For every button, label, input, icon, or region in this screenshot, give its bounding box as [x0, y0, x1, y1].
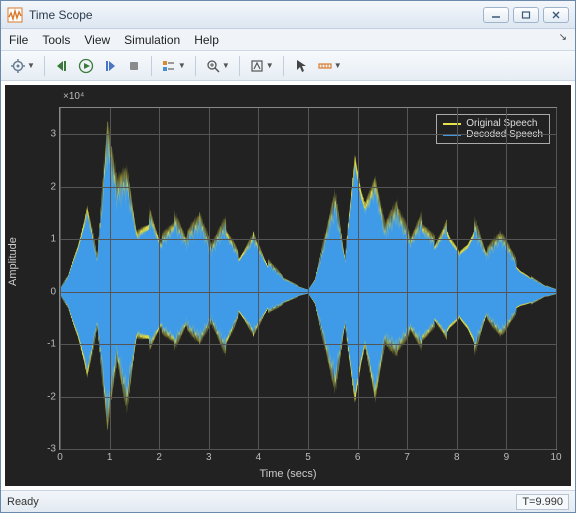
step-back-button[interactable]: [51, 55, 73, 77]
menu-file[interactable]: File: [9, 33, 28, 47]
cursor-button[interactable]: [290, 55, 312, 77]
legend-label-original: Original Speech: [466, 118, 537, 129]
zoom-button[interactable]: ▼: [202, 55, 233, 77]
pin-icon[interactable]: ↘: [559, 32, 567, 43]
minimize-button[interactable]: [483, 7, 509, 23]
y-tick: -1: [47, 339, 60, 350]
x-tick: 10: [550, 449, 561, 463]
run-button[interactable]: [75, 55, 97, 77]
plot-area: ×10⁴ Amplitude Time (secs) Original Spee…: [1, 81, 575, 490]
x-tick: 6: [355, 449, 361, 463]
x-axis-label: Time (secs): [259, 468, 316, 480]
signal-select-button[interactable]: ▼: [158, 55, 189, 77]
menubar: File Tools View Simulation Help ↘: [1, 29, 575, 51]
autoscale-button[interactable]: ▼: [246, 55, 277, 77]
x-tick: 4: [256, 449, 262, 463]
measure-button[interactable]: ▼: [314, 55, 345, 77]
maximize-button[interactable]: [513, 7, 539, 23]
x-tick: 1: [107, 449, 113, 463]
menu-tools[interactable]: Tools: [42, 33, 70, 47]
close-button[interactable]: [543, 7, 569, 23]
window-title: Time Scope: [29, 8, 483, 22]
y-tick: -3: [47, 444, 60, 455]
legend[interactable]: Original Speech Decoded Speech: [436, 114, 550, 144]
titlebar[interactable]: Time Scope: [1, 1, 575, 29]
menu-simulation[interactable]: Simulation: [124, 33, 180, 47]
x-tick: 2: [156, 449, 162, 463]
toolbar: ▼ ▼ ▼ ▼ ▼: [1, 51, 575, 81]
y-tick: 1: [50, 234, 60, 245]
y-tick: 3: [50, 129, 60, 140]
stop-button[interactable]: [123, 55, 145, 77]
x-tick: 3: [206, 449, 212, 463]
app-icon: [7, 7, 23, 23]
menu-view[interactable]: View: [84, 33, 110, 47]
menu-help[interactable]: Help: [194, 33, 219, 47]
legend-entry-original: Original Speech: [443, 118, 543, 129]
y-tick: -2: [47, 391, 60, 402]
x-tick: 7: [404, 449, 410, 463]
statusbar: Ready T=9.990: [1, 490, 575, 512]
x-tick: 5: [305, 449, 311, 463]
x-tick: 9: [504, 449, 510, 463]
step-forward-button[interactable]: [99, 55, 121, 77]
y-tick: 2: [50, 181, 60, 192]
axes-box[interactable]: Original Speech Decoded Speech 012345678…: [59, 107, 557, 450]
x-tick: 8: [454, 449, 460, 463]
plot-canvas[interactable]: ×10⁴ Amplitude Time (secs) Original Spee…: [5, 85, 571, 486]
time-scope-window: Time Scope File Tools View Simulation He…: [0, 0, 576, 513]
status-ready: Ready: [7, 496, 39, 508]
y-exponent-label: ×10⁴: [63, 91, 84, 102]
status-time: T=9.990: [516, 494, 569, 510]
y-axis-label: Amplitude: [7, 237, 19, 286]
settings-button[interactable]: ▼: [7, 55, 38, 77]
y-tick: 0: [50, 286, 60, 297]
